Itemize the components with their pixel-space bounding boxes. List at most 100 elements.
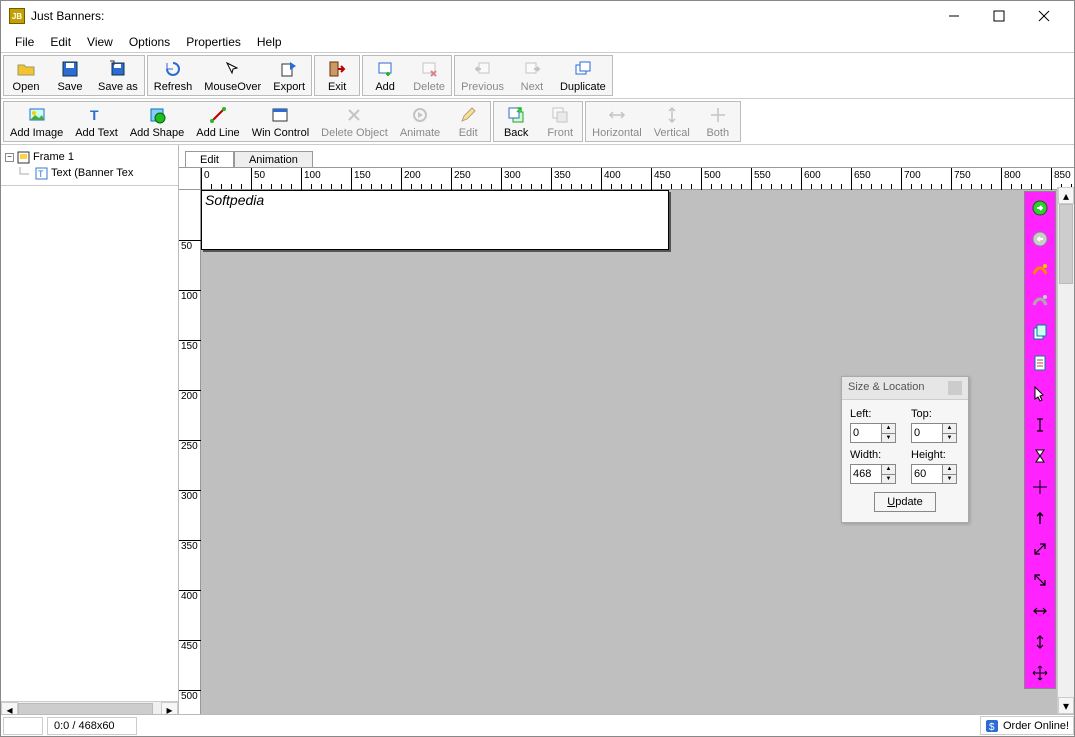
palette-close-icon[interactable] [948, 381, 962, 395]
maximize-button[interactable] [976, 2, 1021, 30]
tool-refresh[interactable]: Refresh [148, 56, 199, 95]
update-button[interactable]: Update [874, 492, 936, 512]
tool-label: Add Image [10, 127, 63, 139]
top-spinner[interactable]: ▲▼ [911, 423, 957, 443]
side-tool-crosshair[interactable] [1025, 471, 1055, 502]
menu-help[interactable]: Help [249, 32, 290, 52]
addtext-icon: T [87, 105, 107, 125]
tool-save-as[interactable]: Save as [92, 56, 144, 95]
width-up[interactable]: ▲ [882, 465, 895, 475]
text-object-icon: T [35, 167, 48, 180]
left-down[interactable]: ▼ [882, 434, 895, 443]
side-scrollbar[interactable]: ▴ ▾ [1057, 187, 1074, 714]
side-tool-hourglass[interactable] [1025, 440, 1055, 471]
tool-export[interactable]: Export [267, 56, 311, 95]
tool-win-control[interactable]: Win Control [246, 102, 315, 141]
ibeam-icon [1031, 416, 1049, 434]
main-area: − Frame 1 T Text (Banner Tex ◂ ▸ EditAni… [1, 145, 1074, 718]
top-up[interactable]: ▲ [943, 424, 956, 434]
tool-add[interactable]: Add [363, 56, 407, 95]
window-title: Just Banners: [31, 9, 931, 23]
tool-animate: Animate [394, 102, 446, 141]
tool-add-text[interactable]: TAdd Text [69, 102, 124, 141]
width-spinner[interactable]: ▲▼ [850, 464, 896, 484]
tree-text-row[interactable]: T Text (Banner Tex [5, 165, 176, 181]
tool-label: Add [375, 81, 395, 93]
side-tool-paint-curl-gray[interactable] [1025, 285, 1055, 316]
side-tool-resize-ns[interactable] [1025, 626, 1055, 657]
side-tool-page-new[interactable] [1025, 347, 1055, 378]
order-online-link[interactable]: $ Order Online! [980, 716, 1074, 735]
side-tool-move-all[interactable] [1025, 657, 1055, 688]
side-tool-arrow-up[interactable] [1025, 502, 1055, 533]
side-scroll-up[interactable]: ▴ [1058, 187, 1074, 204]
side-tool-paint-curl[interactable] [1025, 254, 1055, 285]
left-spinner[interactable]: ▲▼ [850, 423, 896, 443]
height-input[interactable] [912, 465, 942, 483]
menu-edit[interactable]: Edit [42, 32, 79, 52]
menu-file[interactable]: File [7, 32, 42, 52]
tool-front: Front [538, 102, 582, 141]
top-input[interactable] [912, 424, 942, 442]
tool-save[interactable]: Save [48, 56, 92, 95]
tab-animation[interactable]: Animation [234, 151, 313, 168]
minimize-button[interactable] [931, 2, 976, 30]
side-tool-page-dup[interactable] [1025, 316, 1055, 347]
top-down[interactable]: ▼ [943, 434, 956, 443]
ruler-h-mark: 500 [701, 168, 702, 190]
side-tool-sphere-green[interactable] [1025, 192, 1055, 223]
side-scroll-thumb[interactable] [1059, 204, 1073, 284]
close-button[interactable] [1021, 2, 1066, 30]
palette-titlebar[interactable]: Size & Location [842, 377, 968, 400]
add-icon [375, 59, 395, 79]
menu-view[interactable]: View [79, 32, 121, 52]
resize-nesw-icon [1031, 540, 1049, 558]
tool-open[interactable]: Open [4, 56, 48, 95]
side-tool-arrow-cursor[interactable] [1025, 378, 1055, 409]
tool-add-shape[interactable]: Add Shape [124, 102, 190, 141]
left-up[interactable]: ▲ [882, 424, 895, 434]
tree-text-label: Text (Banner Tex [51, 167, 133, 179]
tree-frame-row[interactable]: − Frame 1 [5, 149, 176, 165]
side-scroll-down[interactable]: ▾ [1058, 697, 1074, 714]
ruler-h-mark: 250 [451, 168, 452, 190]
exit-icon [327, 59, 347, 79]
width-down[interactable]: ▼ [882, 475, 895, 484]
left-input[interactable] [851, 424, 881, 442]
side-tool-resize-nwse[interactable] [1025, 564, 1055, 595]
app-icon: JB [9, 8, 25, 24]
editor-tabs: EditAnimation [179, 145, 1074, 167]
ruler-h-mark: 350 [551, 168, 552, 190]
canvas[interactable]: 0501001502002503003504004505005506006507… [179, 167, 1074, 718]
tool-add-line[interactable]: Add Line [190, 102, 245, 141]
side-tool-resize-we[interactable] [1025, 595, 1055, 626]
tool-mouseover[interactable]: MouseOver [198, 56, 267, 95]
export-icon [279, 59, 299, 79]
page-new-icon [1031, 354, 1049, 372]
size-location-palette[interactable]: Size & Location Left: ▲▼ Top: ▲▼ [841, 376, 969, 523]
side-tool-ibeam[interactable] [1025, 409, 1055, 440]
tool-exit[interactable]: Exit [315, 56, 359, 95]
svg-text:T: T [38, 169, 44, 179]
tree-collapse-icon[interactable]: − [5, 153, 14, 162]
banner-object[interactable]: Softpedia [201, 190, 669, 250]
tool-add-image[interactable]: Add Image [4, 102, 69, 141]
ruler-h-mark: 750 [951, 168, 952, 190]
height-down[interactable]: ▼ [943, 475, 956, 484]
tool-label: Horizontal [592, 127, 642, 139]
tool-back[interactable]: Back [494, 102, 538, 141]
side-scroll-track[interactable] [1058, 204, 1074, 697]
tab-edit[interactable]: Edit [185, 151, 234, 168]
height-spinner[interactable]: ▲▼ [911, 464, 957, 484]
menu-properties[interactable]: Properties [178, 32, 249, 52]
height-up[interactable]: ▲ [943, 465, 956, 475]
tool-both: Both [696, 102, 740, 141]
width-input[interactable] [851, 465, 881, 483]
tool-horizontal: Horizontal [586, 102, 648, 141]
side-tool-sphere-gray[interactable] [1025, 223, 1055, 254]
tool-label: Refresh [154, 81, 193, 93]
paint-curl-icon [1031, 261, 1049, 279]
tool-duplicate[interactable]: Duplicate [554, 56, 612, 95]
menu-options[interactable]: Options [121, 32, 178, 52]
side-tool-resize-nesw[interactable] [1025, 533, 1055, 564]
